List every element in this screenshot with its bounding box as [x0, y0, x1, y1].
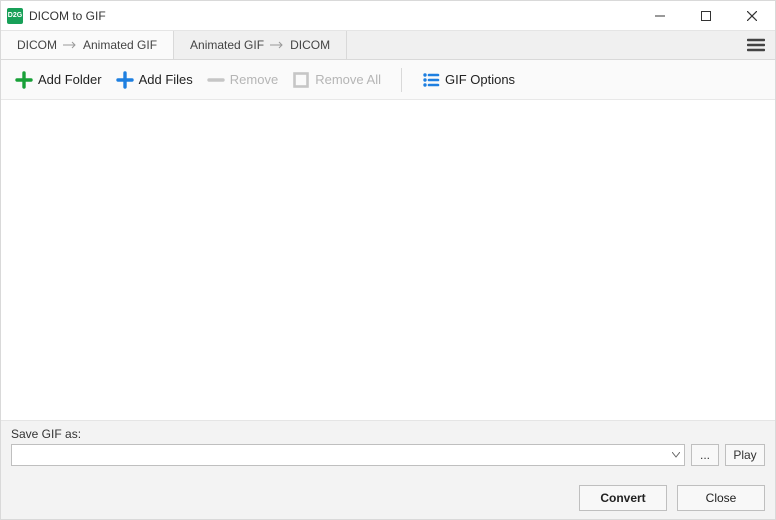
window-title: DICOM to GIF: [29, 9, 106, 23]
bottom-panel: Save GIF as: ... Play Convert Close: [1, 420, 775, 519]
save-as-label: Save GIF as:: [11, 427, 765, 441]
button-label: Add Folder: [38, 72, 102, 87]
app-icon: D2G: [7, 8, 23, 24]
hamburger-icon: [747, 38, 765, 52]
window-controls: [637, 1, 775, 31]
gif-options-button[interactable]: GIF Options: [420, 69, 517, 91]
square-icon: [292, 71, 310, 89]
action-row: Convert Close: [11, 475, 765, 511]
tab-gif-to-dicom[interactable]: Animated GIF DICOM: [174, 31, 347, 59]
add-files-button[interactable]: Add Files: [114, 69, 195, 91]
tab-label-part: Animated GIF: [190, 38, 264, 52]
plus-icon: [15, 71, 33, 89]
tab-dicom-to-gif[interactable]: DICOM Animated GIF: [1, 31, 174, 59]
play-button[interactable]: Play: [725, 444, 765, 466]
browse-button[interactable]: ...: [691, 444, 719, 466]
titlebar: D2G DICOM to GIF: [1, 1, 775, 31]
arrow-right-icon: [270, 38, 284, 52]
tab-label-part: DICOM: [17, 38, 57, 52]
close-button[interactable]: Close: [677, 485, 765, 511]
tabbar: DICOM Animated GIF Animated GIF DICOM: [1, 31, 775, 60]
arrow-right-icon: [63, 38, 77, 52]
maximize-button[interactable]: [683, 1, 729, 31]
file-list-area: [1, 100, 775, 420]
hamburger-menu-button[interactable]: [737, 31, 775, 59]
button-label: GIF Options: [445, 72, 515, 87]
minus-icon: [207, 71, 225, 89]
toolbar: Add Folder Add Files Remove Remove All: [1, 60, 775, 100]
tab-label-part: DICOM: [290, 38, 330, 52]
button-label: Remove All: [315, 72, 381, 87]
list-icon: [422, 71, 440, 89]
plus-icon: [116, 71, 134, 89]
save-path-input[interactable]: [11, 444, 667, 466]
minimize-button[interactable]: [637, 1, 683, 31]
remove-button: Remove: [205, 69, 280, 91]
close-window-button[interactable]: [729, 1, 775, 31]
tab-label-part: Animated GIF: [83, 38, 157, 52]
remove-all-button: Remove All: [290, 69, 383, 91]
convert-button[interactable]: Convert: [579, 485, 667, 511]
button-label: Add Files: [139, 72, 193, 87]
chevron-down-icon[interactable]: [667, 444, 685, 466]
button-label: Remove: [230, 72, 278, 87]
add-folder-button[interactable]: Add Folder: [13, 69, 104, 91]
separator: [401, 68, 402, 92]
save-path-combo[interactable]: [11, 444, 685, 466]
save-row: ... Play: [11, 444, 765, 466]
